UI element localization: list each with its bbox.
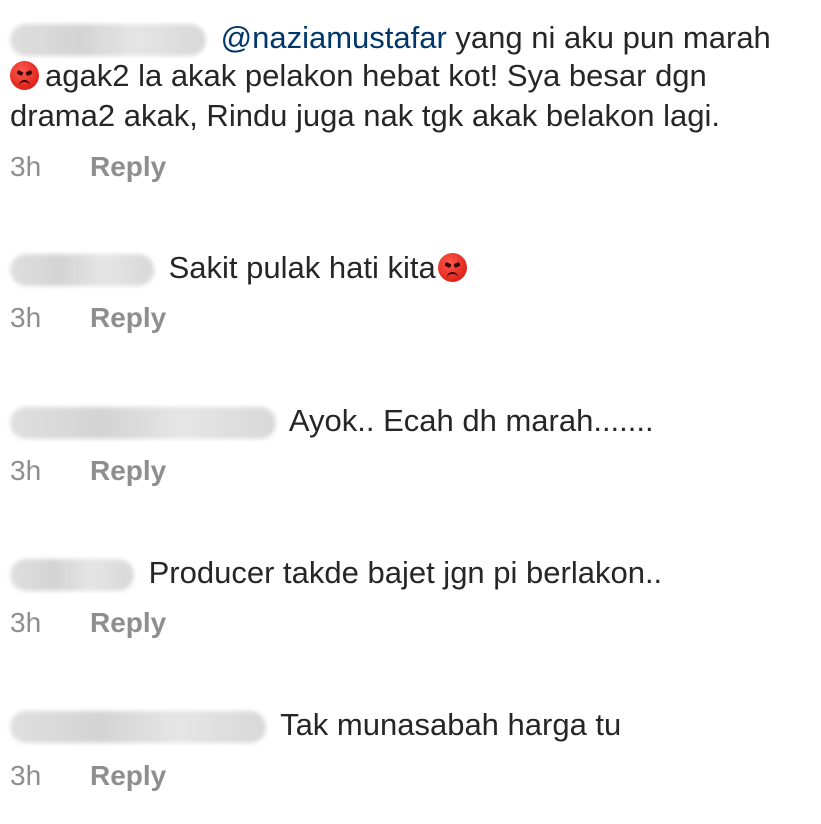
blurred-username[interactable] [10, 710, 266, 743]
comment-3-line-1: Ayok.. Ecah dh marah....... [10, 401, 654, 441]
comment-meta: 3h Reply [10, 151, 166, 183]
timestamp: 3h [10, 151, 42, 182]
blurred-username[interactable] [10, 406, 276, 439]
angry-face-emoji-icon [10, 61, 39, 91]
timestamp: 3h [10, 302, 42, 333]
reply-button[interactable]: Reply [90, 607, 166, 638]
comment-text: yang ni aku pun marah [446, 20, 771, 55]
comment-text: agak2 la akak pelakon hebat kot! Sya bes… [45, 58, 707, 93]
comment-text: Producer takde bajet jgn pi berlakon.. [148, 555, 663, 590]
comment-meta: 3h Reply [10, 760, 166, 792]
comment-meta: 3h Reply [10, 455, 166, 487]
reply-button[interactable]: Reply [90, 760, 166, 791]
blurred-username[interactable] [10, 253, 154, 286]
reply-button[interactable]: Reply [90, 302, 166, 333]
comment-1-line-3: drama2 akak, Rindu juga nak tgk akak bel… [10, 96, 720, 136]
blurred-username[interactable] [10, 558, 134, 591]
comment-4-line-1: Producer takde bajet jgn pi berlakon.. [10, 553, 662, 593]
blurred-username[interactable] [10, 23, 206, 56]
timestamp: 3h [10, 607, 42, 638]
timestamp: 3h [10, 455, 42, 486]
comment-meta: 3h Reply [10, 302, 166, 334]
timestamp: 3h [10, 760, 42, 791]
comment-1-line-2: agak2 la akak pelakon hebat kot! Sya bes… [10, 56, 707, 96]
angry-face-emoji-icon [437, 253, 467, 283]
comment-2-line-1: Sakit pulak hati kita [10, 248, 473, 288]
comment-5-line-1: Tak munasabah harga tu [10, 705, 621, 745]
comment-text: drama2 akak, Rindu juga nak tgk akak bel… [10, 98, 720, 133]
comment-text: Tak munasabah harga tu [280, 707, 622, 742]
comment-text: Sakit pulak hati kita [168, 250, 436, 285]
comment-meta: 3h Reply [10, 607, 166, 639]
reply-button[interactable]: Reply [90, 151, 166, 182]
mention-link[interactable]: @naziamustafar [221, 20, 447, 55]
reply-button[interactable]: Reply [90, 455, 166, 486]
comment-1-line-1: @naziamustafar yang ni aku pun marah [10, 18, 771, 58]
comment-text: Ayok.. Ecah dh marah....... [288, 403, 654, 438]
